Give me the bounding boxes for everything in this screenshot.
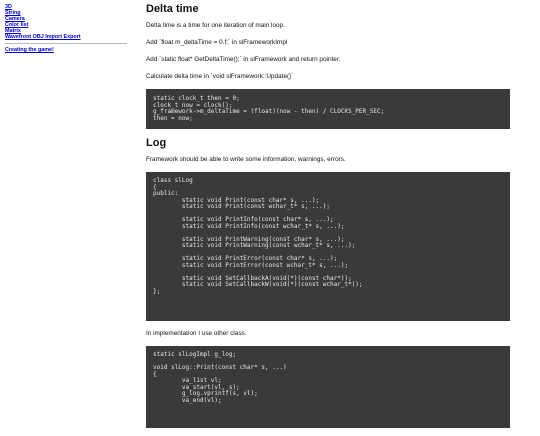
log-paragraph-2: In implementation I use other class.	[146, 330, 247, 337]
nav-link-wavefront-obj[interactable]: Wavefront OBJ Import Export	[5, 34, 127, 40]
sidebar-divider	[5, 43, 127, 44]
article-content: Delta time Delta time is a time for one …	[146, 0, 510, 436]
delta-paragraph-4: Calculate delta time in `void slFramewor…	[146, 73, 294, 80]
code-block-log-impl: static slLogImpl g_log; void slLog::Print…	[146, 346, 510, 428]
delta-paragraph-3: Add `static float* GetDeltaTime();` in s…	[146, 56, 341, 63]
code-line: then = now;	[153, 114, 193, 122]
code-block-delta-time: static clock_t then = 0; clock_t now = cl…	[146, 89, 510, 129]
sidebar-nav: 3D String Camera Color list Matrix Wavef…	[5, 4, 127, 53]
section-title-delta-time: Delta time	[146, 3, 199, 15]
delta-paragraph-2: Add `float m_deltaTime = 0.f;` in slFram…	[146, 39, 288, 46]
code-line: va_end(vl);	[153, 396, 222, 404]
log-paragraph-1: Framework should be able to write some i…	[146, 156, 346, 163]
section-title-log: Log	[146, 137, 167, 149]
code-line: };	[153, 287, 161, 295]
nav-link-creating-game[interactable]: Creating the game!	[5, 47, 127, 53]
delta-paragraph-1: Delta time is a time for one iteration o…	[146, 22, 285, 29]
code-block-log-class: class slLog{public: static void Print(co…	[146, 172, 510, 321]
